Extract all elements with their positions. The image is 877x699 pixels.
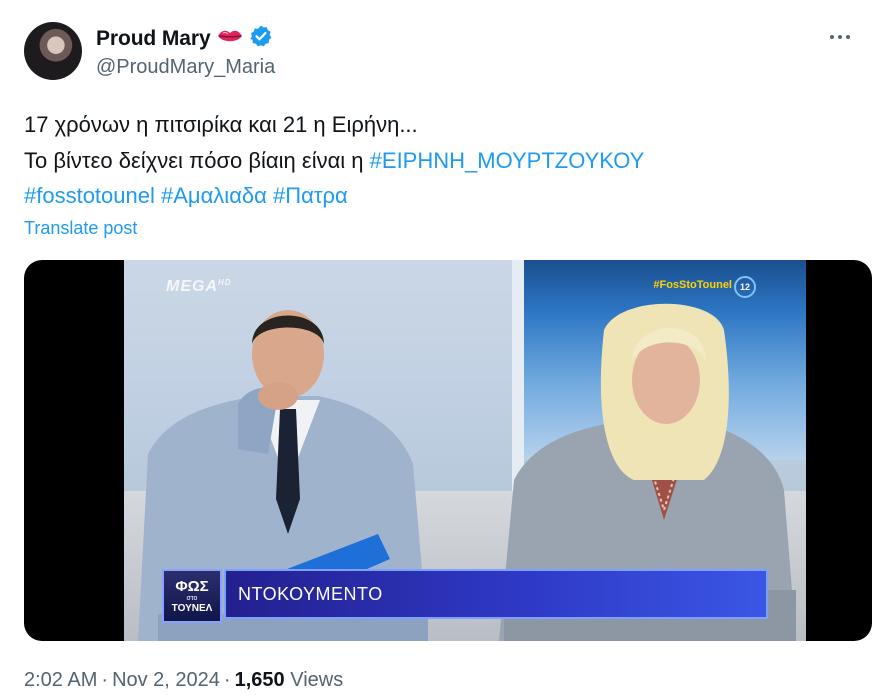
separator-dot: · [101, 669, 109, 691]
lips-icon [217, 28, 243, 49]
separator-dot: · [223, 669, 231, 691]
hashtag-link[interactable]: #Πατρα [273, 183, 348, 208]
lower-third: ΦΩΣ στο ΤΟΥΝΕΛ ΝΤΟΚΟΥΜΕΝΤΟ [162, 567, 772, 623]
tweet-text-line-1: 17 χρόνων η πιτσιρίκα και 21 η Ειρήνη... [24, 112, 418, 137]
tweet-metadata: 2:02 AM · Nov 2, 2024 · 1,650 Views [24, 669, 343, 692]
author-name-row: Proud Mary [96, 24, 273, 53]
verified-badge-icon[interactable] [249, 24, 273, 53]
hashtag-link[interactable]: #ΕΙΡΗΝΗ_ΜΟΥΡΤΖΟΥΚΟΥ [370, 148, 645, 173]
views-count: 1,650 [234, 669, 285, 691]
hashtag-link[interactable]: #Αμαλιαδα [161, 183, 267, 208]
more-dots-icon [830, 35, 850, 39]
translate-post-link[interactable]: Translate post [24, 218, 137, 239]
post-date[interactable]: Nov 2, 2024 [112, 669, 220, 691]
program-logo-line-2: στο [186, 594, 198, 602]
tweet-text-line-2: Το βίντεο δείχνει πόσο βίαιη είναι η #ΕΙ… [24, 143, 844, 179]
video-player[interactable]: MEGAHD #FosStoTounel 12 ΦΩΣ στο ΤΟΥΝΕΛ Ν… [24, 260, 872, 641]
program-logo-line-3: ΤΟΥΝΕΛ [171, 602, 213, 614]
caption-bar: ΝΤΟΚΟΥΜΕΝΤΟ [224, 569, 768, 619]
more-options-button[interactable] [827, 24, 853, 50]
user-handle[interactable]: @ProudMary_Maria [96, 56, 275, 79]
post-time[interactable]: 2:02 AM [24, 669, 97, 691]
program-logo: ΦΩΣ στο ΤΟΥΝΕΛ [162, 569, 222, 623]
video-frame[interactable]: MEGAHD #FosStoTounel 12 ΦΩΣ στο ΤΟΥΝΕΛ Ν… [124, 260, 806, 641]
caption-text: ΝΤΟΚΟΥΜΕΝΤΟ [238, 583, 383, 604]
display-name[interactable]: Proud Mary [96, 27, 211, 51]
program-logo-line-1: ΦΩΣ [175, 577, 209, 595]
avatar[interactable] [24, 22, 82, 80]
tweet-text: 17 χρόνων η πιτσιρίκα και 21 η Ειρήνη...… [24, 107, 844, 214]
tweet-text-line-2-prefix: Το βίντεο δείχνει πόσο βίαιη είναι η [24, 147, 370, 173]
views-label: Views [290, 669, 344, 691]
hashtag-link[interactable]: #fosstotounel [24, 183, 155, 208]
tweet-text-line-3: #fosstotounel #Αμαλιαδα #Πατρα [24, 178, 844, 214]
